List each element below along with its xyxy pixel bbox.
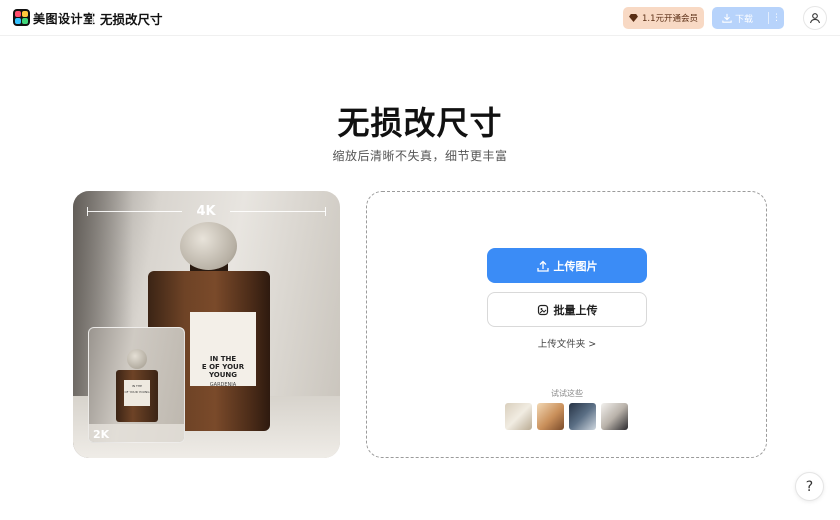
sample-image-4[interactable] [601,403,628,430]
diamond-icon [629,14,638,22]
upload-icon [536,260,549,272]
example-preview-image: IN THE E OF YOUR YOUNG GARDENIA 4K IN TH… [73,191,340,458]
upload-folder-link[interactable]: 上传文件夹 > [487,336,647,350]
batch-upload-button[interactable]: 批量上传 [487,292,647,327]
top-bar: 美图设计室 无损改尺寸 1.1元开通会员 下载 ⋮ [0,0,840,36]
download-label: 下载 [735,14,754,25]
page-title: 无损改尺寸 [337,104,503,142]
width-indicator [87,211,182,212]
header-divider [92,12,93,24]
download-icon [722,13,732,23]
bottle-label: IN THE E OF YOUR YOUNG GARDENIA [190,312,256,388]
help-button[interactable]: ? [795,472,824,501]
sample-image-2[interactable] [537,403,564,430]
vip-label: 1.1元开通会员 [641,14,699,24]
batch-upload-label: 批量上传 [553,303,598,317]
bottle-cap [180,222,237,270]
sample-images [505,403,629,430]
page-subtitle: 缩放后清晰不失真，细节更丰富 [332,149,508,163]
try-samples-label: 试试这些 [551,389,583,398]
download-button[interactable]: 下载 ⋮ [712,7,784,29]
user-icon [809,13,821,24]
resolution-2k-tag: 2K [93,428,110,441]
download-main[interactable]: 下载 [712,12,768,25]
more-icon[interactable]: ⋮ [769,13,784,23]
help-icon: ? [805,478,814,495]
sample-image-3[interactable] [569,403,596,430]
tool-title: 无损改尺寸 [100,12,163,27]
original-inset-image: IN THE OF YOUR YOUNG [88,327,185,443]
logo-icon[interactable] [13,9,30,26]
resolution-4k-tag: 4K [196,204,216,219]
user-avatar[interactable] [803,6,827,30]
brand-name[interactable]: 美图设计室 [33,10,96,27]
vip-button[interactable]: 1.1元开通会员 [623,7,704,29]
batch-upload-icon [537,304,548,315]
upload-image-button[interactable]: 上传图片 [487,248,647,283]
upload-image-label: 上传图片 [553,259,598,273]
sample-image-1[interactable] [505,403,532,430]
